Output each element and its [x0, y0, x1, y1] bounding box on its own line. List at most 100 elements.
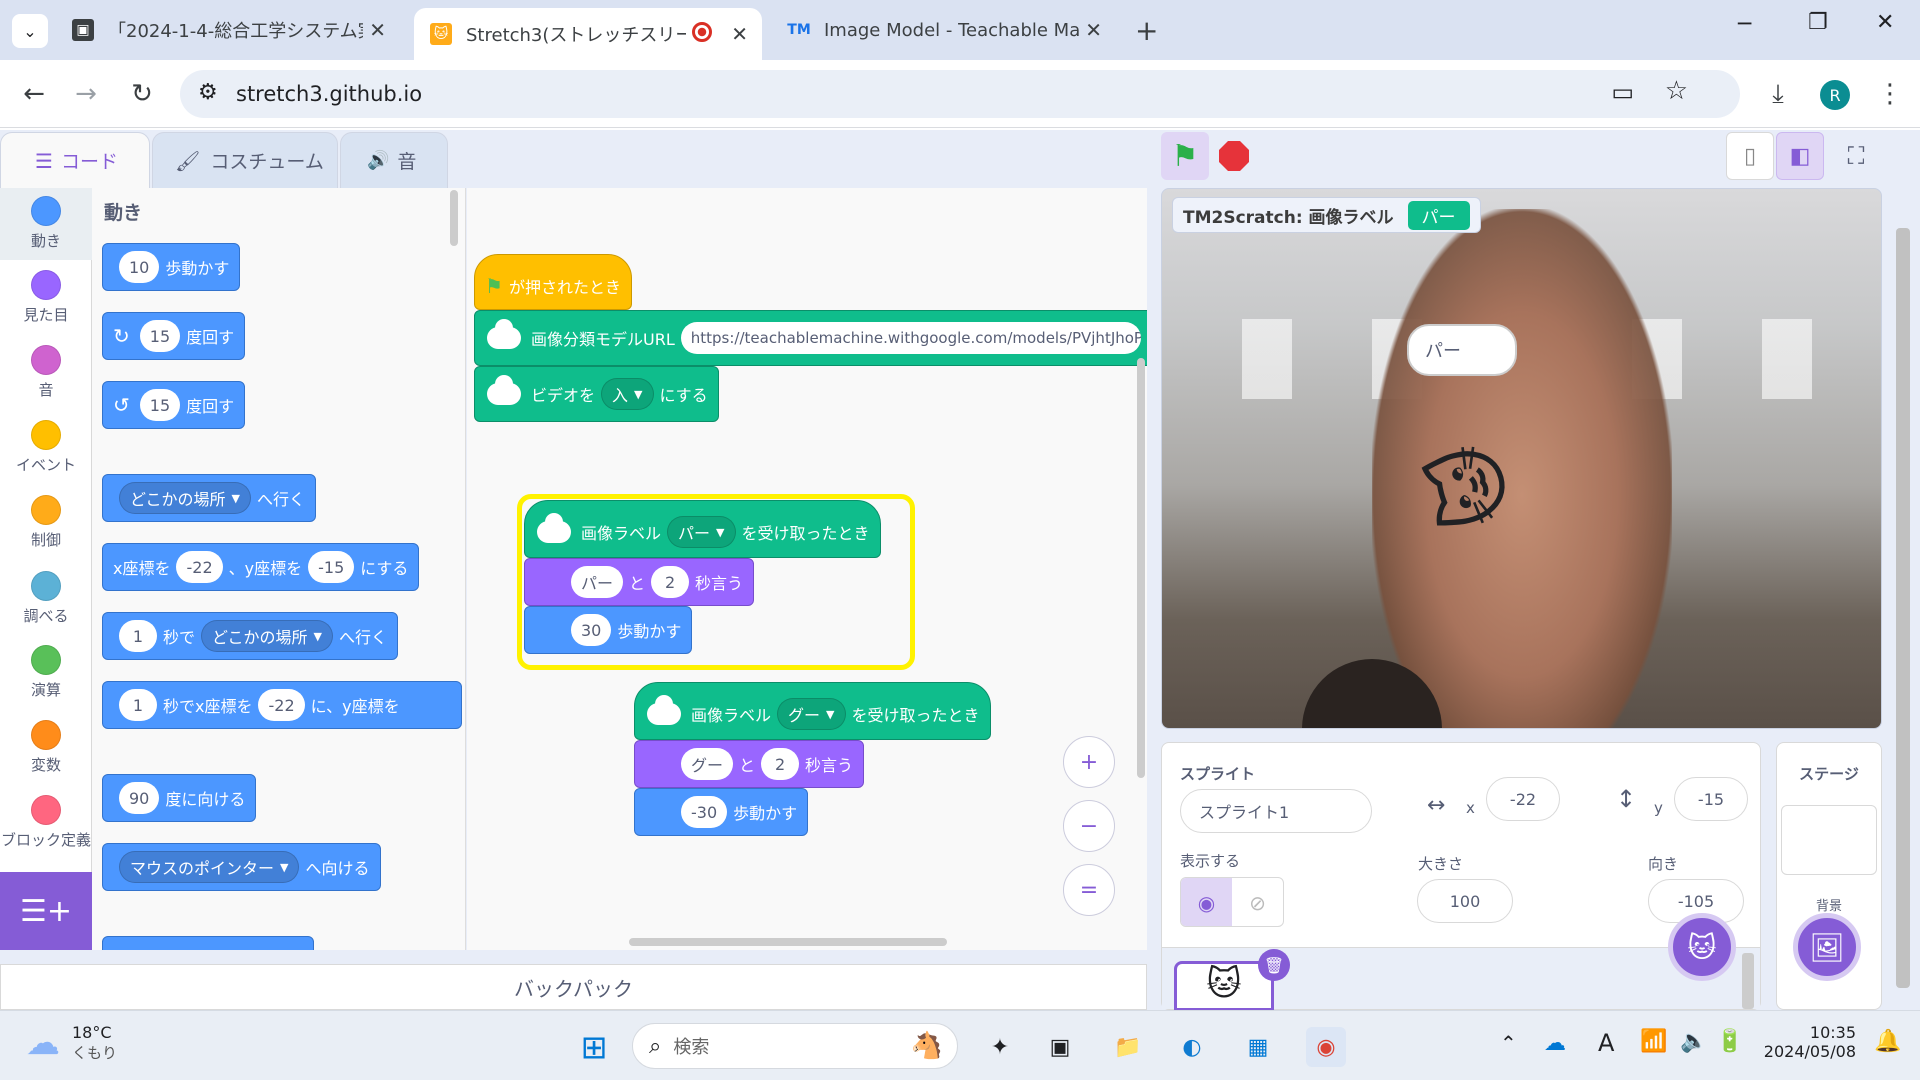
- go-to-block[interactable]: どこかの場所 ▼ へ行く: [102, 474, 317, 522]
- tab-costume[interactable]: 🖌 コスチューム: [152, 132, 338, 188]
- x-position-input[interactable]: -22: [1486, 777, 1560, 821]
- chrome-browser-icon[interactable]: ◉: [1306, 1027, 1346, 1067]
- label-dropdown[interactable]: グー ▼: [777, 698, 846, 730]
- x-input[interactable]: -22: [258, 689, 305, 721]
- large-stage-button[interactable]: ◧: [1776, 132, 1824, 180]
- glide-target-dropdown[interactable]: どこかの場所 ▼: [201, 620, 334, 652]
- turn-left-block[interactable]: ↺ 15 度回す: [102, 381, 246, 429]
- taskbar-search-box[interactable]: ⌕ 検索 🐴: [632, 1023, 958, 1069]
- category-events[interactable]: イベント: [0, 420, 92, 475]
- message-input[interactable]: パー: [571, 566, 624, 598]
- copilot-app-icon[interactable]: ✦: [980, 1027, 1020, 1067]
- url-text[interactable]: stretch3.github.io: [236, 82, 422, 106]
- forward-arrow-icon[interactable]: →: [68, 76, 104, 112]
- task-view-icon[interactable]: ▣: [1040, 1027, 1080, 1067]
- tab-search-button[interactable]: ⌄: [12, 14, 48, 48]
- reload-icon[interactable]: ↻: [124, 76, 160, 112]
- file-explorer-icon[interactable]: 📁: [1108, 1027, 1148, 1067]
- show-visible-button[interactable]: ◉: [1181, 878, 1232, 926]
- seconds-input[interactable]: 1: [119, 689, 157, 721]
- fullscreen-button[interactable]: ⛶: [1832, 132, 1880, 180]
- degrees-input[interactable]: 15: [139, 320, 181, 352]
- point-towards-block[interactable]: マウスのポインター ▼ へ向ける: [102, 843, 381, 891]
- volume-icon[interactable]: 🔈: [1680, 1029, 1707, 1054]
- backpack-bar[interactable]: バックパック: [0, 964, 1147, 1010]
- minimize-window-button[interactable]: ─: [1738, 12, 1751, 37]
- category-motion[interactable]: 動き: [0, 188, 92, 260]
- workspace-horizontal-scrollbar[interactable]: [629, 938, 947, 946]
- browser-tab-2[interactable]: 🐱 Stretch3(ストレッチスリー) ✕: [414, 8, 762, 60]
- x-input[interactable]: -22: [176, 551, 223, 583]
- choose-sprite-button[interactable]: 🐱: [1668, 913, 1736, 981]
- seconds-input[interactable]: 2: [651, 566, 690, 598]
- stop-button[interactable]: [1210, 132, 1258, 180]
- glide-to-block[interactable]: 1 秒で どこかの場所 ▼ へ行く: [102, 612, 399, 660]
- back-arrow-icon[interactable]: ←: [16, 76, 52, 112]
- direction-input[interactable]: 90: [119, 782, 160, 814]
- ime-indicator[interactable]: A: [1598, 1029, 1614, 1057]
- say-for-secs-block[interactable]: グー と 2 秒言う: [634, 740, 865, 788]
- close-tab-icon[interactable]: ✕: [369, 18, 386, 42]
- microsoft-store-icon[interactable]: ▦: [1238, 1027, 1278, 1067]
- move-steps-block[interactable]: -30 歩動かす: [634, 788, 809, 836]
- onedrive-cloud-icon[interactable]: ☁: [1544, 1031, 1566, 1056]
- goto-target-dropdown[interactable]: どこかの場所 ▼: [119, 482, 251, 514]
- move-steps-block[interactable]: 10 歩動かす: [102, 243, 241, 291]
- workspace-vertical-scrollbar[interactable]: [1137, 358, 1145, 778]
- set-model-url-block[interactable]: 画像分類モデルURL https://teachablemachine.with…: [474, 310, 1147, 366]
- stage-canvas[interactable]: TM2Scratch: 画像ラベル パー パー 🐱: [1161, 188, 1882, 729]
- download-icon[interactable]: ⤓: [1760, 76, 1796, 112]
- add-extension-button[interactable]: ☰+: [0, 872, 92, 950]
- stage-target-pane[interactable]: ステージ 背景 🖼: [1776, 742, 1882, 1010]
- point-direction-block[interactable]: 90 度に向ける: [102, 774, 257, 822]
- category-operators[interactable]: 演算: [0, 645, 92, 700]
- close-tab-icon[interactable]: ✕: [1085, 18, 1102, 42]
- point-target-dropdown[interactable]: マウスのポインター ▼: [119, 851, 300, 883]
- steps-input[interactable]: 10: [119, 251, 160, 283]
- seconds-input[interactable]: 1: [119, 620, 157, 652]
- size-input[interactable]: 100: [1417, 879, 1513, 923]
- move-steps-block[interactable]: 30 歩動かす: [524, 606, 693, 654]
- show-hidden-button[interactable]: ⊘: [1232, 878, 1283, 926]
- browser-tab-3[interactable]: TM Image Model - Teachable Mach ✕: [776, 8, 1116, 52]
- browser-tab-1[interactable]: ▣ 「2024-1-4-総合工学システム実験 ✕: [60, 8, 400, 52]
- when-label-received-block[interactable]: 画像ラベル グー ▼ を受け取ったとき: [634, 682, 991, 740]
- category-sensing[interactable]: 調べる: [0, 571, 92, 626]
- sprite-name-input[interactable]: スプライト1: [1180, 789, 1372, 833]
- glide-xy-block[interactable]: 1 秒でx座標を -22 に、y座標を: [102, 681, 462, 729]
- seconds-input[interactable]: 2: [761, 748, 800, 780]
- video-state-dropdown[interactable]: 入 ▼: [601, 378, 654, 410]
- zoom-reset-button[interactable]: =: [1063, 864, 1115, 916]
- green-flag-button[interactable]: ⚑: [1161, 132, 1209, 180]
- edge-browser-icon[interactable]: ◐: [1172, 1027, 1212, 1067]
- clock[interactable]: 10:35 2024/05/08: [1756, 1023, 1856, 1061]
- video-toggle-block[interactable]: ビデオを 入 ▼ にする: [474, 366, 719, 422]
- backdrop-thumbnail[interactable]: [1781, 805, 1877, 875]
- new-tab-button[interactable]: +: [1135, 14, 1158, 47]
- notification-bell-icon[interactable]: 🔔: [1874, 1029, 1901, 1054]
- page-scrollbar[interactable]: [1896, 228, 1910, 988]
- restore-window-button[interactable]: ❐: [1808, 10, 1828, 35]
- code-workspace[interactable]: ⚑ が押されたとき 画像分類モデルURL https://teachablema…: [467, 188, 1147, 950]
- start-button[interactable]: ⊞: [574, 1027, 614, 1067]
- y-input[interactable]: -15: [308, 551, 355, 583]
- tab-sound[interactable]: 🔊 音: [340, 132, 448, 188]
- turn-right-block[interactable]: ↻ 15 度回す: [102, 312, 246, 360]
- weather-widget[interactable]: ☁ 18°C くもり: [26, 1023, 117, 1063]
- menu-kebab-icon[interactable]: ⋮: [1872, 76, 1908, 112]
- wifi-icon[interactable]: 📶: [1640, 1029, 1667, 1054]
- steps-input[interactable]: -30: [681, 796, 728, 828]
- steps-input[interactable]: 30: [571, 614, 612, 646]
- site-info-icon[interactable]: ⚙: [198, 80, 218, 105]
- choose-backdrop-button[interactable]: 🖼: [1793, 913, 1861, 981]
- sprite-list-scrollbar[interactable]: [1742, 953, 1754, 1009]
- zoom-in-button[interactable]: +: [1063, 736, 1115, 788]
- degrees-input[interactable]: 15: [139, 389, 181, 421]
- close-tab-icon[interactable]: ✕: [731, 22, 748, 46]
- category-sound[interactable]: 音: [0, 345, 92, 400]
- close-window-button[interactable]: ✕: [1876, 10, 1894, 35]
- when-label-received-block[interactable]: 画像ラベル パー ▼ を受け取ったとき: [524, 500, 881, 558]
- battery-icon[interactable]: 🔋: [1716, 1029, 1743, 1054]
- tab-code[interactable]: ☰ コード: [0, 132, 150, 188]
- set-xy-block[interactable]: x座標を -22 、y座標を -15 にする: [102, 543, 420, 591]
